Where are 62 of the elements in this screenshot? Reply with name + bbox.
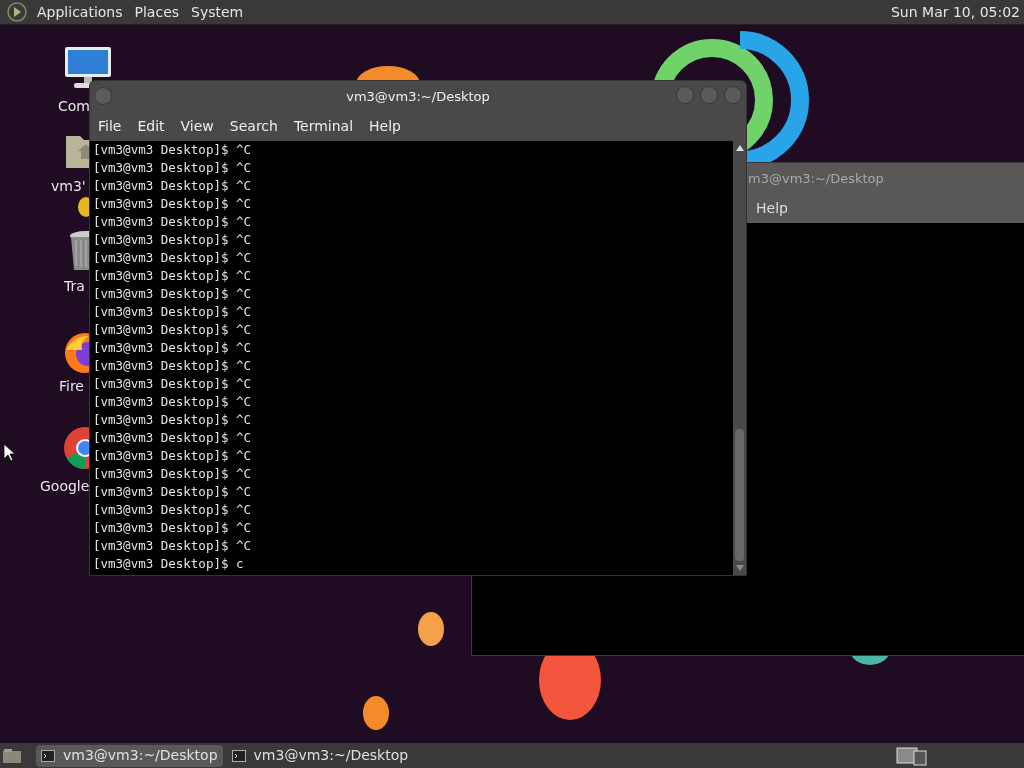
- maximize-button[interactable]: [700, 86, 718, 104]
- scroll-up-icon[interactable]: [735, 145, 744, 151]
- terminal-line: [vm3@vm3 Desktop]$ ^C: [93, 195, 252, 213]
- terminal-line: [vm3@vm3 Desktop]$ ^C: [93, 231, 252, 249]
- wallpaper-bubble: [363, 696, 389, 730]
- terminal-line: [vm3@vm3 Desktop]$ ^C: [93, 483, 252, 501]
- terminal-line: [vm3@vm3 Desktop]$ ^C: [93, 519, 252, 537]
- terminal-line: [vm3@vm3 Desktop]$ ^C: [93, 267, 252, 285]
- window-title: m3@vm3:~/Desktop: [748, 170, 884, 189]
- desktop-icon-label[interactable]: Tra: [64, 276, 85, 297]
- terminal-line: [vm3@vm3 Desktop]$ ^C: [93, 177, 252, 195]
- menu-item[interactable]: Edit: [131, 115, 171, 137]
- scroll-thumb[interactable]: [735, 429, 744, 561]
- terminal-line: [vm3@vm3 Desktop]$ ^C: [93, 393, 252, 411]
- menu-item[interactable]: File: [92, 115, 128, 137]
- terminal-line: [vm3@vm3 Desktop]$ ^C: [93, 465, 252, 483]
- workspace-switcher-icon[interactable]: [896, 745, 928, 766]
- terminal-line: [vm3@vm3 Desktop]$ ^C: [93, 339, 252, 357]
- desktop-icon-label[interactable]: Fire: [59, 376, 84, 397]
- terminal-line: [vm3@vm3 Desktop]$ ^C: [93, 141, 252, 159]
- menu-item[interactable]: Terminal: [287, 115, 360, 137]
- scrollbar[interactable]: [733, 141, 746, 575]
- monitor-icon: [64, 46, 112, 90]
- close-button[interactable]: [724, 86, 742, 104]
- clock[interactable]: Sun Mar 10, 05:02: [891, 1, 1020, 23]
- desktop-icon-label[interactable]: Google: [40, 476, 90, 497]
- panel-menu[interactable]: Places: [128, 1, 186, 23]
- mouse-pointer-icon: [3, 443, 15, 461]
- menu-item[interactable]: View: [174, 115, 220, 137]
- window-title: vm3@vm3:~/Desktop: [346, 88, 490, 107]
- window-menu-icon[interactable]: [94, 87, 112, 105]
- menu-item[interactable]: Help: [363, 115, 407, 137]
- menu-item[interactable]: Search: [223, 115, 284, 137]
- scroll-down-icon[interactable]: [735, 565, 744, 571]
- minimize-button[interactable]: [676, 86, 694, 104]
- play-logo-icon[interactable]: [7, 2, 27, 22]
- terminal-line: [vm3@vm3 Desktop]$ ^C: [93, 357, 252, 375]
- terminal-line: [vm3@vm3 Desktop]$ ^C: [93, 375, 252, 393]
- taskbar-button[interactable]: vm3@vm3:~/Desktop: [36, 744, 223, 767]
- terminal-line: [vm3@vm3 Desktop]$ ^C: [93, 411, 252, 429]
- show-desktop-icon[interactable]: [2, 747, 22, 764]
- panel-menu[interactable]: System: [185, 1, 250, 23]
- terminal-line: [vm3@vm3 Desktop]$ ^C: [93, 249, 252, 267]
- terminal-line: [vm3@vm3 Desktop]$ ^C: [93, 213, 252, 231]
- terminal-line: [vm3@vm3 Desktop]$ ^C: [93, 537, 252, 555]
- terminal-line: [vm3@vm3 Desktop]$ c: [93, 555, 244, 573]
- wallpaper-bubble: [418, 612, 444, 646]
- terminal-line: [vm3@vm3 Desktop]$ ^C: [93, 303, 252, 321]
- taskbar-button[interactable]: vm3@vm3:~/Desktop: [226, 744, 414, 767]
- desktop-icon-label[interactable]: Com: [58, 96, 90, 117]
- terminal-line: [vm3@vm3 Desktop]$ ^C: [93, 447, 252, 465]
- menu-item[interactable]: Help: [750, 197, 794, 219]
- terminal-icon: [231, 749, 246, 762]
- terminal-line: [vm3@vm3 Desktop]$ ^C: [93, 501, 252, 519]
- folder-icon: [64, 134, 89, 168]
- terminal-line: [vm3@vm3 Desktop]$ ^C: [93, 321, 252, 339]
- terminal-line: [vm3@vm3 Desktop]$ ^C: [93, 159, 252, 177]
- terminal-line: [vm3@vm3 Desktop]$ ^C: [93, 429, 252, 447]
- terminal-line: [vm3@vm3 Desktop]$ ^C: [93, 285, 252, 303]
- desktop-icon-label[interactable]: vm3': [51, 176, 86, 197]
- panel-menu[interactable]: Applications: [31, 1, 129, 23]
- terminal-icon: [41, 749, 55, 762]
